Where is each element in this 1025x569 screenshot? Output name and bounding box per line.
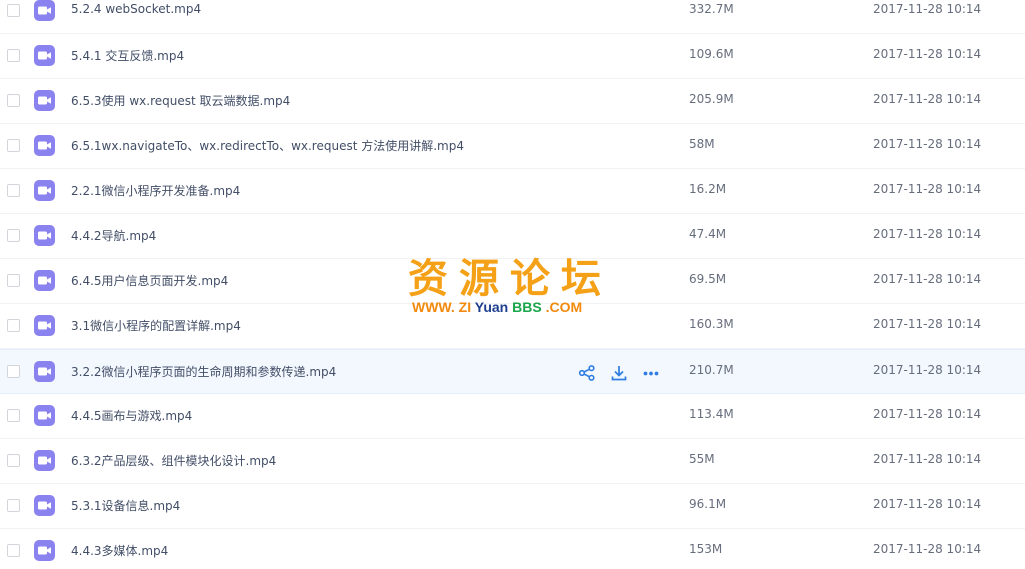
file-size: 113.4M: [689, 407, 734, 421]
row-actions: [578, 364, 664, 382]
file-modified-date: 2017-11-28 10:14: [873, 92, 982, 106]
file-size: 58M: [689, 137, 715, 151]
file-row[interactable]: 4.4.5画布与游戏.mp4 113.4M 2017-11-28 10:14: [0, 394, 1025, 439]
file-row[interactable]: 2.2.1微信小程序开发准备.mp4 16.2M 2017-11-28 10:14: [0, 169, 1025, 214]
row-checkbox[interactable]: [7, 319, 20, 332]
file-name-link[interactable]: 2.2.1微信小程序开发准备.mp4: [71, 182, 240, 199]
video-file-icon: [34, 361, 55, 382]
file-size: 109.6M: [689, 47, 734, 61]
file-size: 205.9M: [689, 92, 734, 106]
row-checkbox[interactable]: [7, 499, 20, 512]
row-checkbox[interactable]: [7, 409, 20, 422]
more-icon[interactable]: [642, 364, 660, 382]
row-checkbox[interactable]: [7, 544, 20, 557]
file-modified-date: 2017-11-28 10:14: [873, 317, 982, 331]
file-modified-date: 2017-11-28 10:14: [873, 137, 982, 151]
video-file-icon: [34, 45, 55, 66]
file-size: 153M: [689, 542, 723, 556]
file-name-link[interactable]: 6.5.1wx.navigateTo、wx.redirectTo、wx.requ…: [71, 137, 464, 154]
video-file-icon: [34, 450, 55, 471]
file-row[interactable]: 6.3.2产品层级、组件模块化设计.mp4 55M 2017-11-28 10:14: [0, 439, 1025, 484]
row-checkbox[interactable]: [7, 94, 20, 107]
file-size: 47.4M: [689, 227, 727, 241]
file-name-link[interactable]: 5.2.4 webSocket.mp4: [71, 2, 201, 16]
file-name-link[interactable]: 6.4.5用户信息页面开发.mp4: [71, 272, 228, 289]
video-file-icon: [34, 495, 55, 516]
video-file-icon: [34, 315, 55, 336]
video-file-icon: [34, 90, 55, 111]
file-size: 332.7M: [689, 2, 734, 16]
video-file-icon: [34, 0, 55, 21]
file-size: 69.5M: [689, 272, 727, 286]
file-name-link[interactable]: 6.3.2产品层级、组件模块化设计.mp4: [71, 452, 276, 469]
file-row[interactable]: 4.4.3多媒体.mp4 153M 2017-11-28 10:14: [0, 529, 1025, 569]
watermark-url-zi: ZI: [458, 299, 472, 315]
file-name-link[interactable]: 3.2.2微信小程序页面的生命周期和参数传递.mp4: [71, 363, 336, 380]
video-file-icon: [34, 270, 55, 291]
video-file-icon: [34, 225, 55, 246]
download-icon[interactable]: [610, 364, 628, 382]
file-row[interactable]: 6.5.3使用 wx.request 取云端数据.mp4 205.9M 2017-1…: [0, 79, 1025, 124]
file-name-link[interactable]: 6.5.3使用 wx.request 取云端数据.mp4: [71, 92, 290, 109]
watermark-url-www: WWW.: [412, 299, 455, 315]
watermark-url: WWW. ZI Yuan BBS .COM: [412, 299, 582, 315]
file-size: 16.2M: [689, 182, 727, 196]
watermark-url-bbs: BBS: [512, 299, 542, 315]
file-row[interactable]: 6.5.1wx.navigateTo、wx.redirectTo、wx.requ…: [0, 124, 1025, 169]
row-checkbox[interactable]: [7, 4, 20, 17]
row-checkbox[interactable]: [7, 365, 20, 378]
file-modified-date: 2017-11-28 10:14: [873, 452, 982, 466]
file-modified-date: 2017-11-28 10:14: [873, 47, 982, 61]
file-modified-date: 2017-11-28 10:14: [873, 407, 982, 421]
watermark-title: 资源论坛: [408, 256, 612, 302]
video-file-icon: [34, 135, 55, 156]
video-file-icon: [34, 180, 55, 201]
file-modified-date: 2017-11-28 10:14: [873, 272, 982, 286]
file-modified-date: 2017-11-28 10:14: [873, 227, 982, 241]
file-name-link[interactable]: 5.4.1 交互反馈.mp4: [71, 47, 184, 64]
video-file-icon: [34, 405, 55, 426]
file-row[interactable]: 5.2.4 webSocket.mp4 332.7M 2017-11-28 10:1…: [0, 0, 1025, 34]
file-name-link[interactable]: 4.4.3多媒体.mp4: [71, 542, 168, 559]
file-size: 96.1M: [689, 497, 727, 511]
row-checkbox[interactable]: [7, 229, 20, 242]
file-name-link[interactable]: 5.3.1设备信息.mp4: [71, 497, 180, 514]
file-modified-date: 2017-11-28 10:14: [873, 497, 982, 511]
file-modified-date: 2017-11-28 10:14: [873, 2, 982, 16]
file-size: 160.3M: [689, 317, 734, 331]
row-checkbox[interactable]: [7, 454, 20, 467]
watermark-url-yuan: Yuan: [474, 299, 509, 315]
watermark-url-com: .COM: [545, 299, 583, 315]
file-row[interactable]: 5.3.1设备信息.mp4 96.1M 2017-11-28 10:14: [0, 484, 1025, 529]
file-size: 210.7M: [689, 363, 734, 377]
row-checkbox[interactable]: [7, 139, 20, 152]
file-row[interactable]: 5.4.1 交互反馈.mp4 109.6M 2017-11-28 10:14: [0, 34, 1025, 79]
file-modified-date: 2017-11-28 10:14: [873, 182, 982, 196]
row-checkbox[interactable]: [7, 184, 20, 197]
file-modified-date: 2017-11-28 10:14: [873, 542, 982, 556]
row-checkbox[interactable]: [7, 274, 20, 287]
file-size: 55M: [689, 452, 715, 466]
file-name-link[interactable]: 4.4.2导航.mp4: [71, 227, 156, 244]
watermark-logo: 资源论坛 WWW. ZI Yuan BBS .COM: [408, 246, 623, 318]
file-name-link[interactable]: 4.4.5画布与游戏.mp4: [71, 407, 192, 424]
file-modified-date: 2017-11-28 10:14: [873, 363, 982, 377]
file-row[interactable]: 3.2.2微信小程序页面的生命周期和参数传递.mp4 210.7M 2017-11-…: [0, 349, 1025, 394]
row-checkbox[interactable]: [7, 49, 20, 62]
share-icon[interactable]: [578, 364, 596, 382]
video-file-icon: [34, 540, 55, 561]
file-name-link[interactable]: 3.1微信小程序的配置详解.mp4: [71, 317, 241, 334]
